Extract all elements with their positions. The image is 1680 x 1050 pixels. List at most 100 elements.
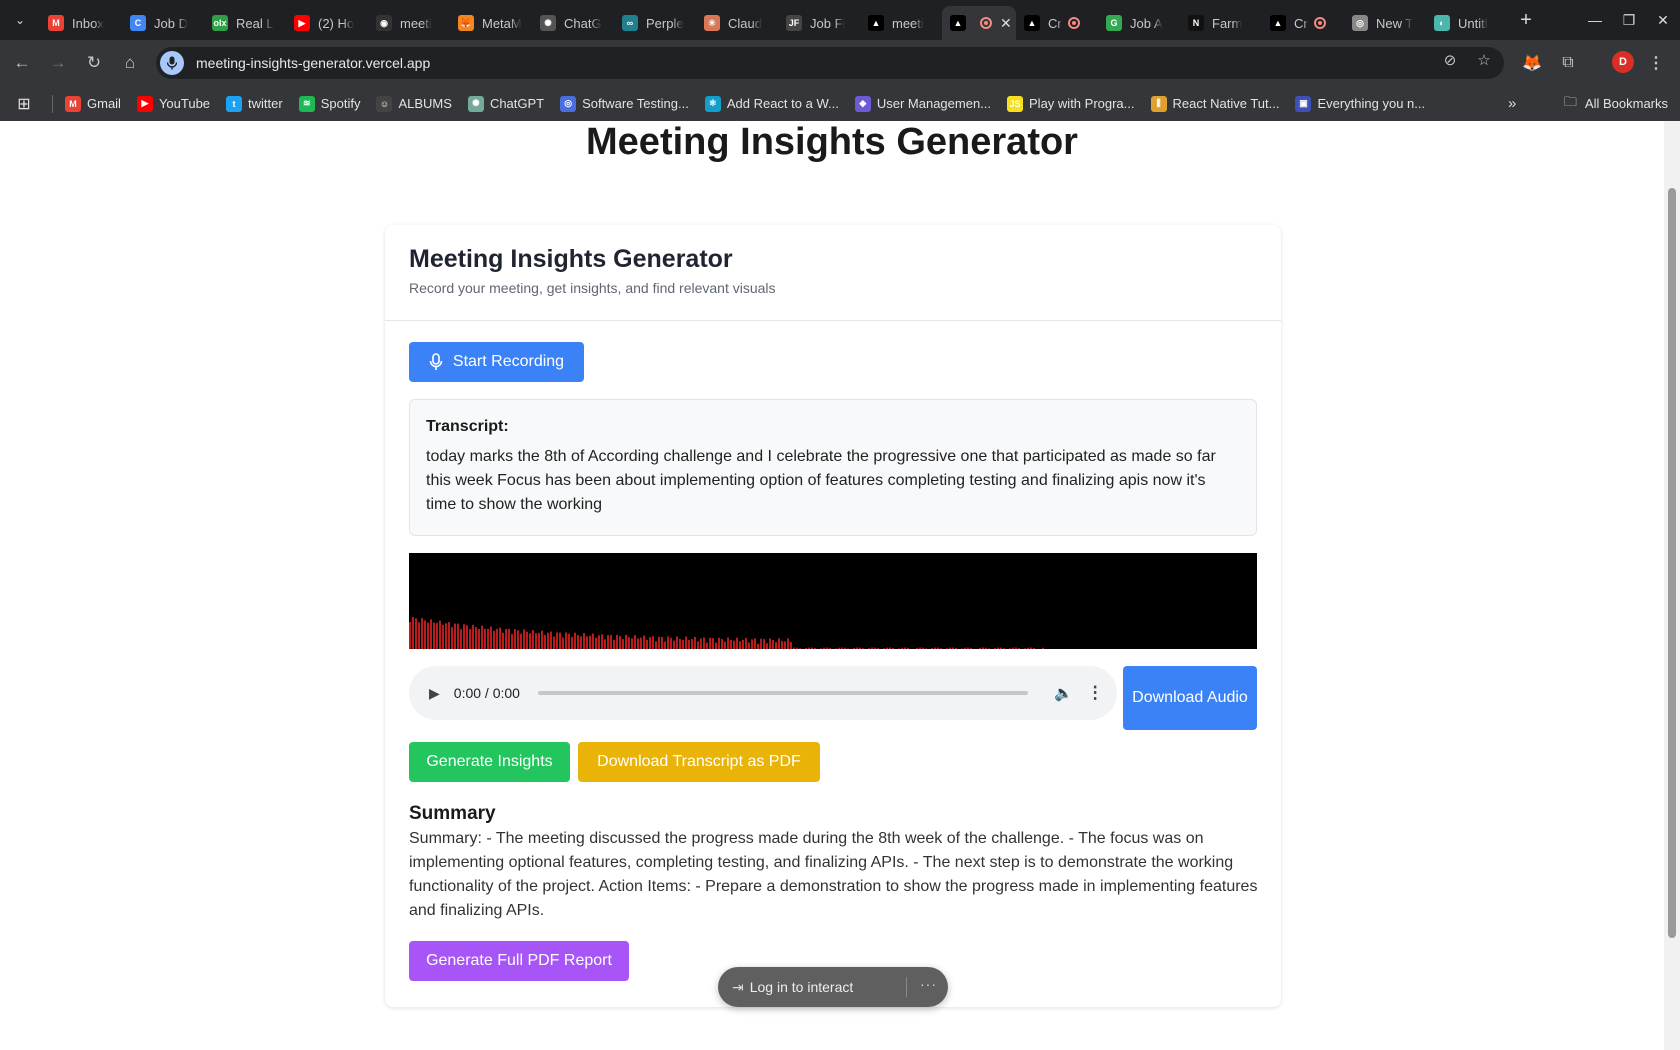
bookmark-item[interactable]: ▶ YouTube	[136, 95, 210, 112]
metamask-extension-icon[interactable]: 🦊	[1518, 46, 1546, 80]
bookmark-item[interactable]: t twitter	[226, 95, 283, 112]
bookmark-item[interactable]: ⚛ Add React to a W...	[704, 95, 839, 112]
waveform-bar	[949, 647, 951, 649]
tab-close-icon[interactable]: ✕	[1000, 15, 1012, 32]
browser-tab[interactable]: JF Job Fi	[778, 6, 860, 40]
login-toolbar[interactable]: ⇥ Log in to interact ···	[718, 967, 948, 1007]
tab-search-icon[interactable]: ⌄	[0, 0, 40, 40]
card-subtitle: Record your meeting, get insights, and f…	[409, 280, 776, 296]
browser-tab[interactable]: ▲ ✕	[942, 6, 1016, 40]
browser-tab[interactable]: ▲ Cr	[1262, 6, 1344, 40]
download-transcript-pdf-button[interactable]: Download Transcript as PDF	[578, 742, 820, 782]
browser-tab[interactable]: ✺ ChatG	[532, 6, 614, 40]
eye-off-icon[interactable]: ⊘	[1440, 51, 1460, 69]
all-bookmarks-button[interactable]: 🗀 All Bookmarks	[1564, 86, 1668, 121]
waveform-bar	[856, 647, 858, 649]
scrollbar-thumb[interactable]	[1668, 188, 1676, 938]
browser-tab[interactable]: C Job D	[122, 6, 204, 40]
start-recording-button[interactable]: Start Recording	[409, 342, 584, 382]
waveform-bar	[967, 647, 969, 649]
youtube-icon: ▶	[294, 15, 310, 31]
waveform-bar	[604, 639, 606, 649]
browser-tab[interactable]: G Job A	[1098, 6, 1180, 40]
waveform-bar	[490, 626, 492, 649]
browser-tab[interactable]: N Farm	[1180, 6, 1262, 40]
bookmark-item[interactable]: ✺ ChatGPT	[467, 95, 545, 112]
browser-tab[interactable]: ▶ (2) Ho	[286, 6, 368, 40]
volume-icon[interactable]: 🔈	[1054, 684, 1073, 702]
bookmark-item[interactable]: ◎ Software Testing...	[560, 95, 689, 112]
browser-toolbar: ← → ↻ ⌂ meeting-insights-generator.verce…	[0, 40, 1680, 86]
close-window-icon[interactable]: ✕	[1646, 0, 1680, 40]
audio-more-icon[interactable]: ⋮	[1087, 683, 1104, 703]
waveform-bar	[862, 648, 864, 649]
waveform-bar	[706, 642, 708, 649]
waveform-bar	[742, 639, 744, 649]
bookmark-item[interactable]: ⫼ React Native Tut...	[1150, 95, 1279, 112]
back-icon[interactable]: ←	[4, 45, 40, 81]
waveform-bar	[478, 628, 480, 649]
bookmark-item[interactable]: ▣ Everything you n...	[1295, 95, 1425, 112]
browser-tab[interactable]: ▲ Cr	[1016, 6, 1098, 40]
chrome-menu-icon[interactable]: ⋮	[1642, 46, 1670, 80]
reload-icon[interactable]: ↻	[76, 45, 112, 81]
waveform-bar	[871, 647, 873, 649]
waveform-bar	[1009, 648, 1011, 649]
waveform-bar	[718, 637, 720, 649]
app-icon: ◆	[854, 95, 871, 112]
bookmark-label: ChatGPT	[489, 96, 545, 111]
transcript-text: today marks the 8th of According challen…	[426, 448, 1216, 513]
minimize-icon[interactable]: —	[1578, 0, 1612, 40]
waveform-bar	[670, 637, 672, 649]
play-icon[interactable]: ▶	[429, 685, 440, 702]
bookmark-item[interactable]: ☺ ALBUMS	[376, 95, 452, 112]
waveform-bar	[997, 647, 999, 649]
person-icon: ☺	[376, 95, 393, 112]
tab-title: Cr	[1294, 15, 1308, 31]
bookmark-item[interactable]: M Gmail	[65, 95, 121, 112]
browser-tab[interactable]: 🦊 MetaM	[450, 6, 532, 40]
page-scrollbar[interactable]	[1664, 121, 1680, 1050]
browser-tab[interactable]: ∞ Perple	[614, 6, 696, 40]
browser-tab[interactable]: ▲ meeti	[860, 6, 942, 40]
browser-tab[interactable]: olx Real L	[204, 6, 286, 40]
home-icon[interactable]: ⌂	[112, 45, 148, 81]
bookmark-item[interactable]: JS Play with Progra...	[1007, 95, 1135, 112]
waveform-bar	[643, 635, 645, 649]
login-label[interactable]: Log in to interact	[750, 979, 854, 995]
bookmark-item[interactable]: ◆ User Managemen...	[854, 95, 991, 112]
audio-player[interactable]: ▶ 0:00 / 0:00 🔈 ⋮	[409, 666, 1117, 720]
download-audio-button[interactable]: Download Audio	[1123, 666, 1257, 730]
waveform-bar	[544, 634, 546, 649]
bookmark-item[interactable]: ≋ Spotify	[298, 95, 360, 112]
generate-insights-button[interactable]: Generate Insights	[409, 742, 570, 782]
tab-title: Cr	[1048, 15, 1062, 31]
waveform-bar	[898, 648, 900, 649]
waveform-bar	[520, 633, 522, 649]
address-bar[interactable]: meeting-insights-generator.vercel.app ⊘ …	[156, 47, 1504, 79]
generate-full-report-button[interactable]: Generate Full PDF Report	[409, 941, 629, 981]
browser-tab[interactable]: ✳ Claud	[696, 6, 778, 40]
maximize-icon[interactable]: ❐	[1612, 0, 1646, 40]
waveform-bar	[673, 640, 675, 649]
more-options-icon[interactable]: ···	[920, 976, 937, 992]
browser-tab[interactable]: M Inbox	[40, 6, 122, 40]
github-icon: ◉	[376, 15, 392, 31]
extensions-icon[interactable]: ⧉	[1554, 46, 1582, 80]
more-bookmarks-icon[interactable]: »	[1508, 86, 1516, 121]
apps-grid-icon[interactable]: ⊞	[4, 94, 44, 114]
waveform-bar	[598, 635, 600, 649]
browser-tab[interactable]: ◐ Untitl	[1426, 6, 1506, 40]
forward-icon[interactable]: →	[40, 45, 76, 81]
waveform-bar	[625, 634, 627, 649]
browser-tab[interactable]: ◉ meeti	[368, 6, 450, 40]
browser-tab[interactable]: ◎ New T	[1344, 6, 1426, 40]
waveform-bar	[484, 628, 486, 649]
waveform-bar	[547, 632, 549, 649]
new-tab-icon[interactable]: +	[1512, 6, 1540, 34]
profile-avatar[interactable]: D	[1612, 51, 1634, 73]
microphone-site-icon[interactable]	[160, 51, 184, 75]
audio-progress-track[interactable]	[537, 691, 1028, 695]
tab-title: Claud	[728, 15, 762, 31]
bookmark-star-icon[interactable]: ☆	[1474, 51, 1494, 69]
